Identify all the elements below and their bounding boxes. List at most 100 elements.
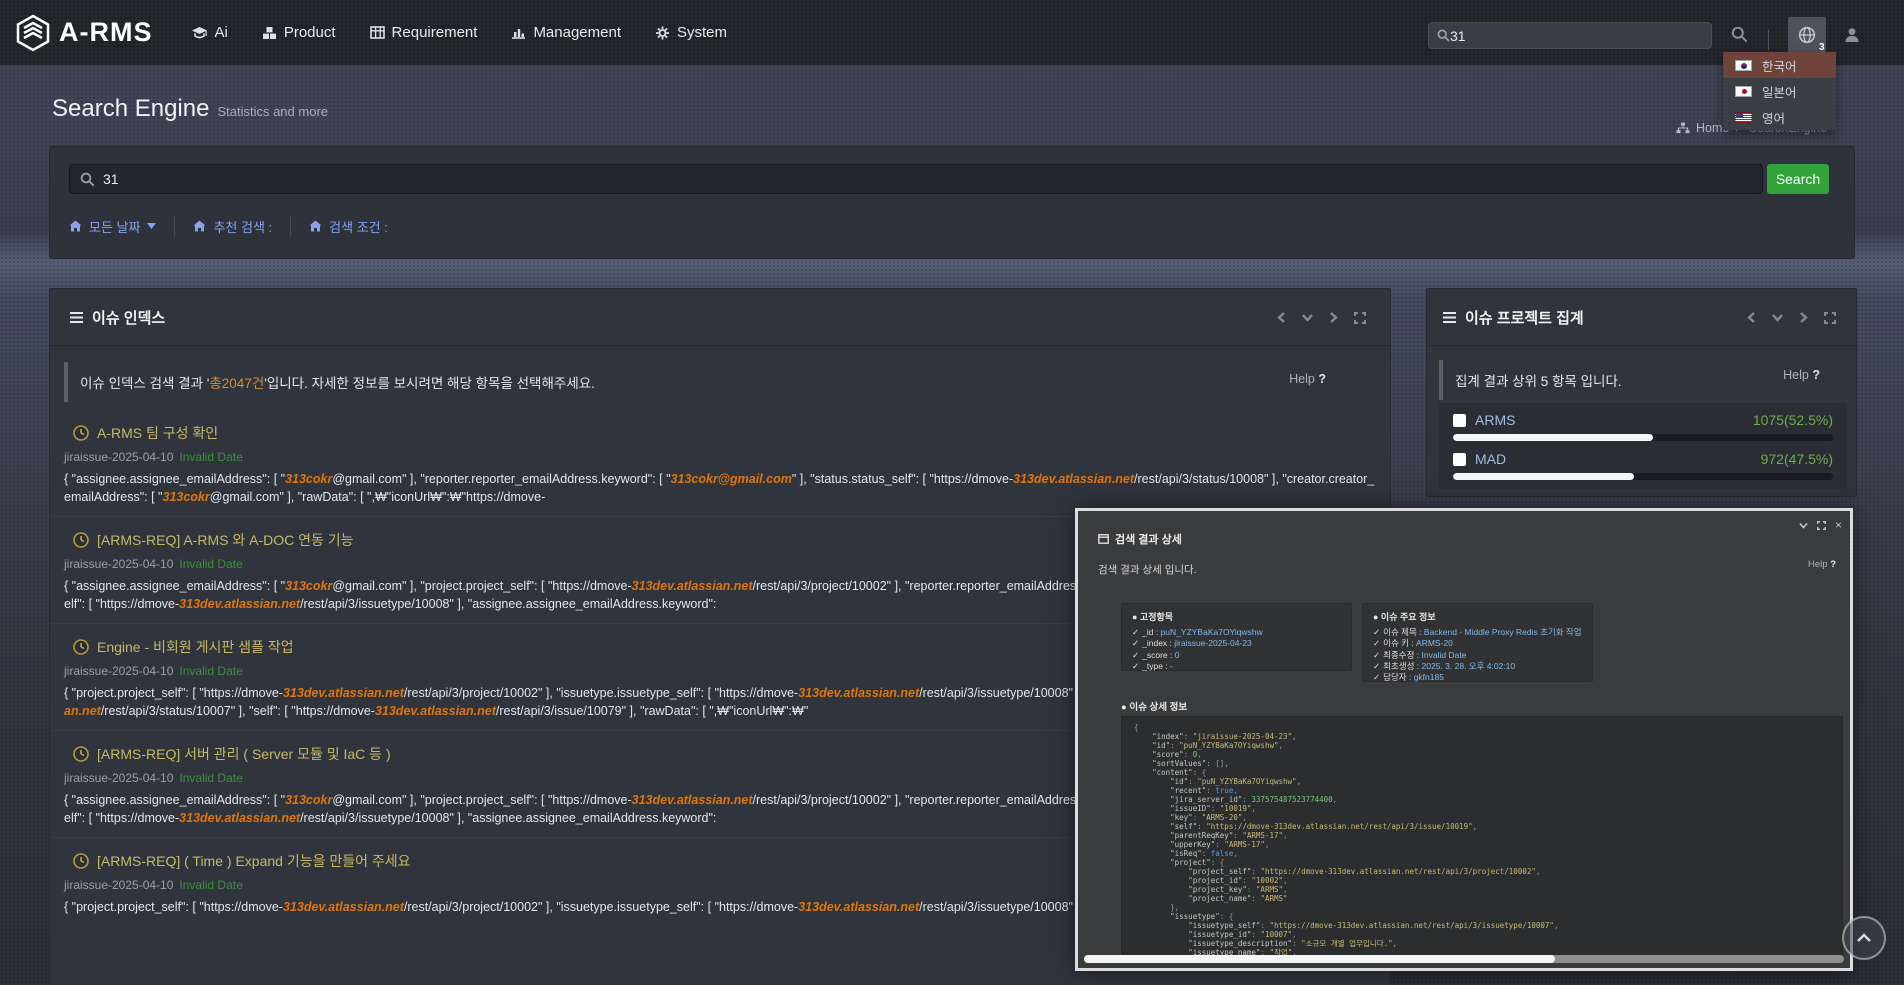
navbar-search-input[interactable] <box>1450 28 1703 44</box>
invalid-date-label: Invalid Date <box>179 771 242 785</box>
checkbox[interactable] <box>1453 414 1466 427</box>
progress-bar-track <box>1453 473 1833 480</box>
project-label[interactable]: ARMS <box>1475 412 1515 428</box>
window-icon <box>1098 534 1109 544</box>
modal-controls: × <box>1799 520 1842 530</box>
issue-type-clock-icon <box>73 425 89 441</box>
menu-label: Ai <box>215 24 228 41</box>
aggregate-results-box: ARMS 1075(52.5%) MAD 972(47.5%) <box>1439 403 1847 489</box>
check-icon: ✓ <box>1373 672 1380 682</box>
search-panel: Search 모든 날짜 추천 검색 : 검색 조건 : <box>49 146 1855 259</box>
project-label[interactable]: MAD <box>1475 451 1506 467</box>
table-icon <box>370 26 385 39</box>
chevron-right-icon[interactable] <box>1329 312 1338 323</box>
info-prefix: 이슈 인덱스 검색 결과 ' <box>80 376 209 391</box>
modal-json-code[interactable]: { "index": "jiraissue-2025-04-23", "id":… <box>1121 716 1843 956</box>
filter-label: 검색 조건 : <box>329 217 388 236</box>
chevron-down-icon[interactable] <box>1799 522 1808 529</box>
progress-bar-track <box>1453 434 1833 441</box>
lang-item-english[interactable]: 영어 <box>1723 104 1836 130</box>
japan-flag-icon <box>1735 86 1752 97</box>
korea-flag-icon <box>1735 60 1752 71</box>
lang-item-japanese[interactable]: 일본어 <box>1723 78 1836 104</box>
issue-title[interactable]: [ARMS-REQ] ( Time ) Expand 기능을 만들어 주세요 <box>97 851 411 871</box>
home-icon <box>69 220 82 232</box>
field-row: ✓최종수정 : Invalid Date <box>1373 650 1582 661</box>
chevron-left-icon[interactable] <box>1747 312 1756 323</box>
progress-bar-fill <box>1453 473 1634 480</box>
issue-title[interactable]: A-RMS 팀 구성 확인 <box>97 423 218 443</box>
page-subtitle: Statistics and more <box>217 104 328 119</box>
aggregate-row[interactable]: ARMS 1075(52.5%) <box>1453 412 1833 441</box>
filter-recommended-search[interactable]: 추천 검색 : <box>193 217 272 236</box>
scrollbar-thumb[interactable] <box>1084 955 1555 963</box>
check-icon: ✓ <box>1373 638 1380 648</box>
help-link[interactable]: Help ? <box>1808 559 1836 570</box>
menu-item-requirement[interactable]: Requirement <box>370 24 478 41</box>
app-logo[interactable]: A-RMS <box>16 14 153 52</box>
main-search-box <box>69 164 1763 194</box>
fixed-fields-box: ● 고정항목 ✓_id : puN_YZYBaKa7OYiqwshw ✓_ind… <box>1121 603 1352 671</box>
home-icon <box>309 220 322 232</box>
chevron-down-icon[interactable] <box>1302 313 1313 322</box>
search-button[interactable]: Search <box>1767 164 1829 194</box>
filter-search-condition[interactable]: 검색 조건 : <box>309 217 388 236</box>
issue-type-clock-icon <box>73 853 89 869</box>
navbar-search-box <box>1428 22 1712 49</box>
chevron-right-icon[interactable] <box>1799 312 1808 323</box>
search-icon <box>1437 29 1450 42</box>
lang-label: 한국어 <box>1762 56 1797 75</box>
usa-flag-icon <box>1735 112 1752 123</box>
expand-icon[interactable] <box>1824 312 1836 324</box>
chevron-left-icon[interactable] <box>1277 312 1286 323</box>
close-icon[interactable]: × <box>1835 520 1842 530</box>
issue-title-row[interactable]: A-RMS 팀 구성 확인 <box>73 423 1376 443</box>
search-icon <box>80 172 95 187</box>
filter-all-dates[interactable]: 모든 날짜 <box>69 217 156 236</box>
expand-icon[interactable] <box>1817 521 1826 530</box>
help-link[interactable]: Help ? <box>1783 368 1820 382</box>
scroll-to-top-button[interactable] <box>1842 916 1886 960</box>
issue-title[interactable]: [ARMS-REQ] 서버 관리 ( Server 모듈 및 IaC 등 ) <box>97 744 391 764</box>
check-icon: ✓ <box>1132 638 1139 648</box>
aggregate-row[interactable]: MAD 972(47.5%) <box>1453 451 1833 480</box>
chevron-down-icon[interactable] <box>1772 313 1783 322</box>
brand-hexagon-icon <box>16 14 50 52</box>
field-row: ✓담당자 : gkfn185 <box>1373 672 1582 683</box>
project-aggregate-panel: 이슈 프로젝트 집계 집계 결과 상위 5 항목 입니다. Help ? ARM… <box>1426 288 1857 497</box>
chevron-up-icon <box>1856 933 1872 943</box>
home-icon <box>193 220 206 232</box>
check-icon: ✓ <box>1373 650 1380 660</box>
issue-index-panel-header: 이슈 인덱스 <box>50 289 1390 346</box>
search-icon-button[interactable] <box>1731 26 1748 43</box>
language-dropdown: 한국어 일본어 영어 <box>1723 52 1836 130</box>
issue-detail-section-header: ● 이슈 상세 정보 <box>1121 699 1187 713</box>
main-search-input[interactable] <box>103 171 1752 187</box>
issue-key-info-header: ● 이슈 주요 정보 <box>1373 610 1582 623</box>
menu-item-ai[interactable]: Ai <box>191 24 228 41</box>
project-count-value: 972(47.5%) <box>1761 451 1833 467</box>
filter-divider <box>174 215 175 237</box>
lang-item-korean[interactable]: 한국어 <box>1723 52 1836 78</box>
panel-controls <box>1277 289 1366 346</box>
expand-icon[interactable] <box>1354 312 1366 324</box>
user-icon-button[interactable] <box>1843 26 1861 44</box>
info-count: 총2047건 <box>209 376 264 391</box>
checkbox[interactable] <box>1453 453 1466 466</box>
aggregate-info-text: 집계 결과 상위 5 항목 입니다. <box>1455 370 1622 390</box>
lang-label: 일본어 <box>1762 82 1797 101</box>
issue-title[interactable]: Engine - 비회원 게시판 샘플 작업 <box>97 637 294 657</box>
invalid-date-label: Invalid Date <box>179 557 242 571</box>
issue-index-info-text: 이슈 인덱스 검색 결과 '총2047건'입니다. 자세한 정보를 보시려면 해… <box>80 372 595 392</box>
issue-json-preview: { "assignee.assignee_emailAddress": [ "3… <box>64 471 1376 506</box>
navbar-divider <box>1768 30 1769 50</box>
menu-item-product[interactable]: Product <box>262 24 336 41</box>
invalid-date-label: Invalid Date <box>179 450 242 464</box>
issue-title[interactable]: [ARMS-REQ] A-RMS 와 A-DOC 연동 기능 <box>97 530 354 550</box>
issue-type-clock-icon <box>73 532 89 548</box>
horizontal-scrollbar[interactable] <box>1084 955 1844 963</box>
issue-list-item[interactable]: A-RMS 팀 구성 확인 jiraissue-2025-04-10Invali… <box>50 410 1390 516</box>
menu-item-system[interactable]: System <box>655 24 727 41</box>
menu-item-management[interactable]: Management <box>511 24 621 41</box>
help-link[interactable]: Help ? <box>1289 372 1326 386</box>
